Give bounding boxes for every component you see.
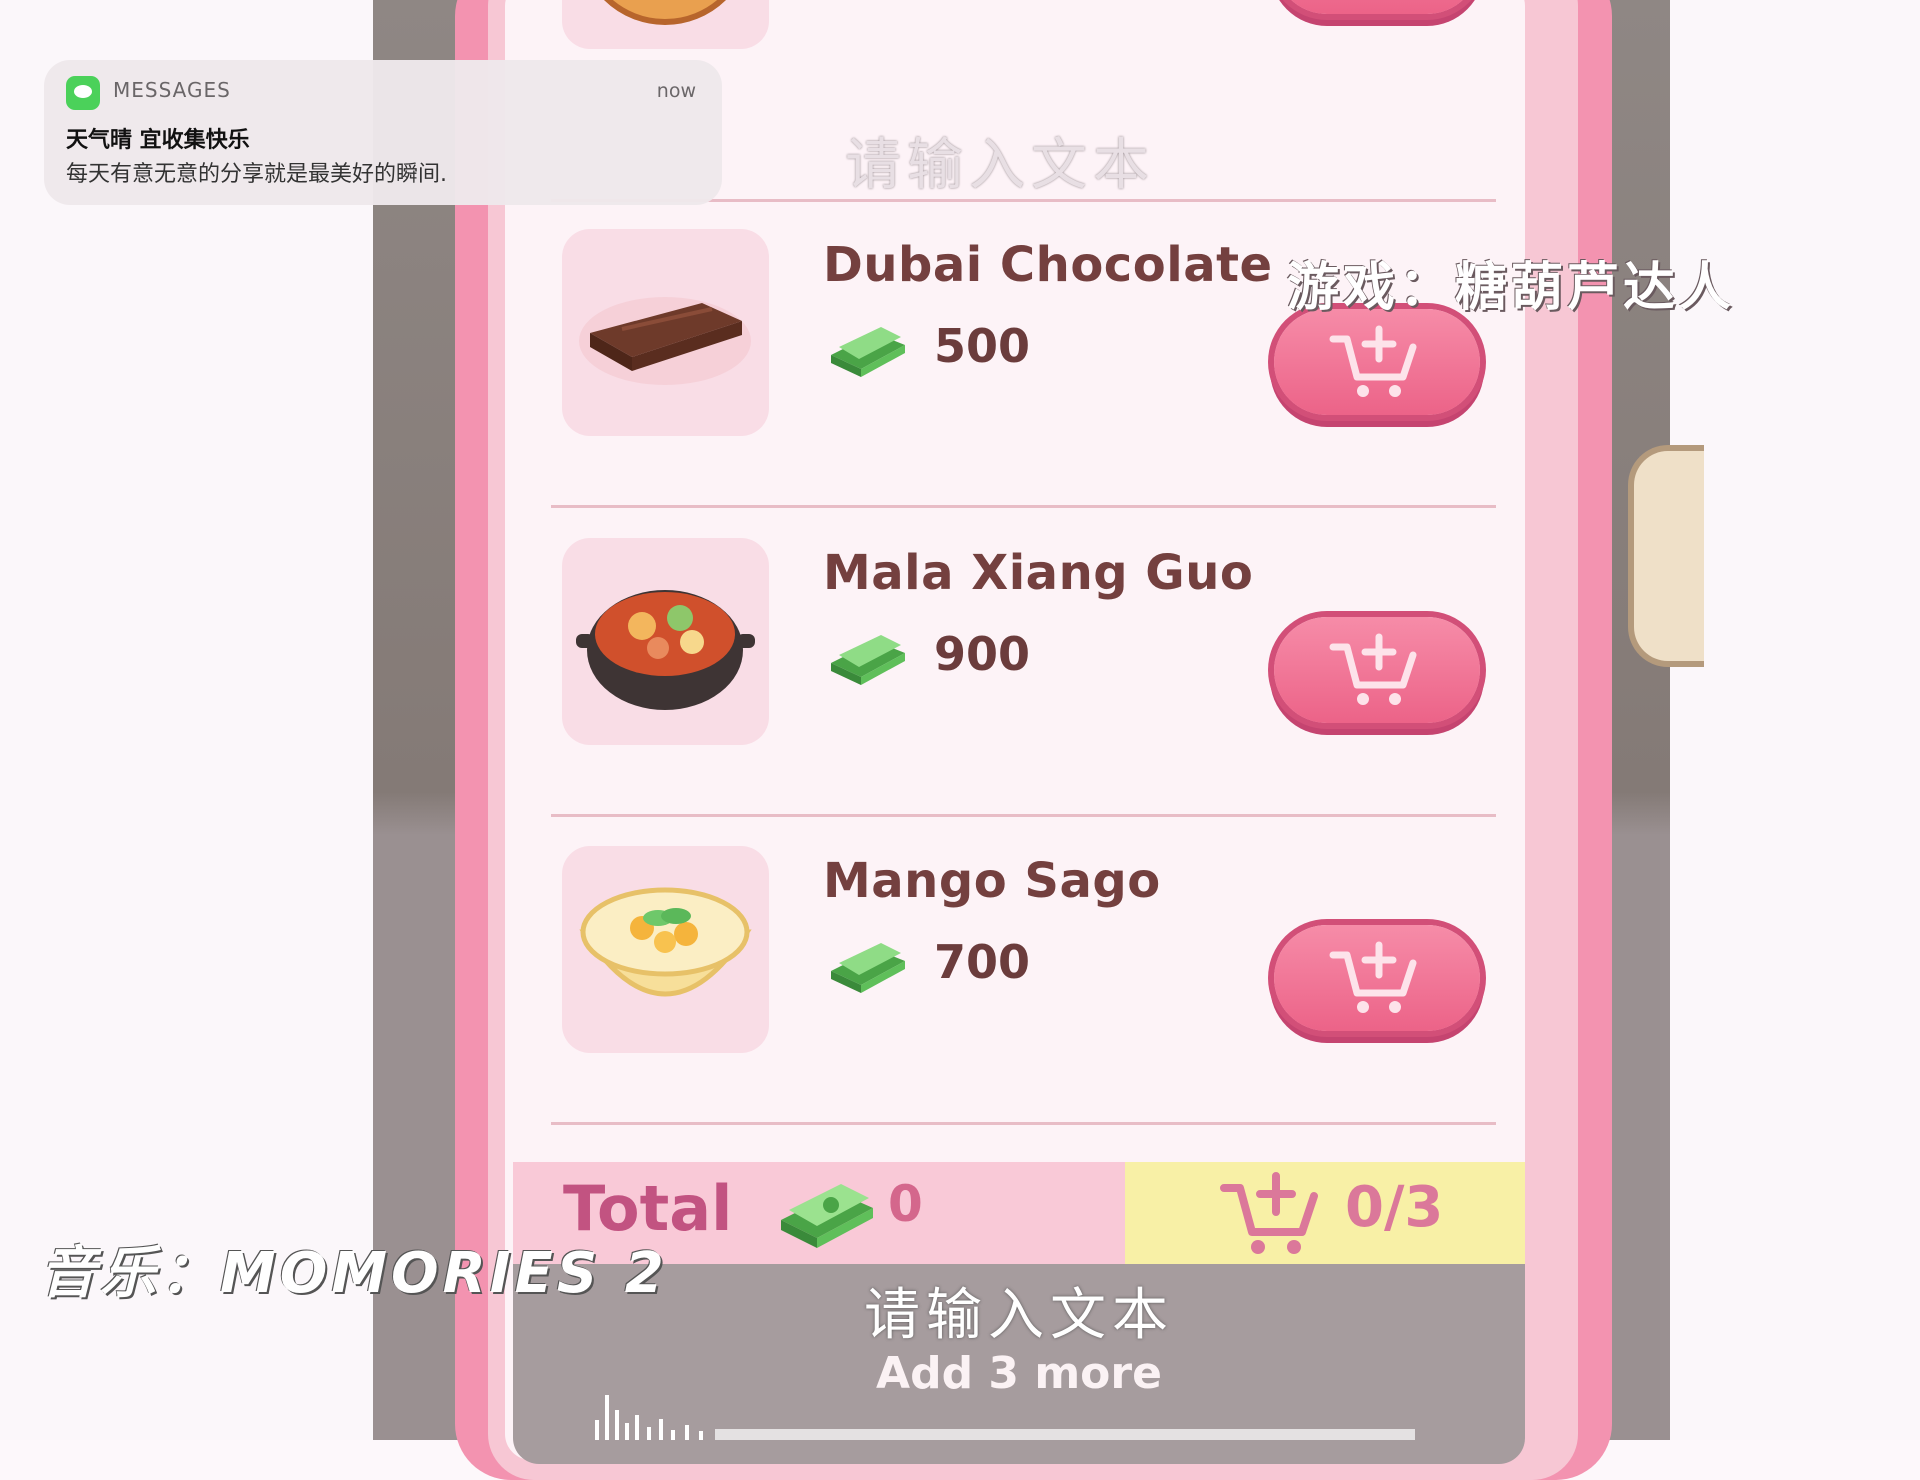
notification-app-name: MESSAGES	[113, 78, 231, 102]
shop-item: 600	[505, 0, 1525, 67]
messages-app-icon	[66, 76, 100, 110]
item-name: Mango Sago	[823, 853, 1161, 909]
fried-dumplings-icon	[562, 0, 769, 49]
game-credit: 游戏：糖葫芦达人	[1287, 258, 1736, 318]
mascot-edge	[1628, 445, 1704, 667]
cash-icon	[831, 943, 905, 993]
divider	[551, 505, 1496, 508]
item-price: 500	[934, 319, 1031, 373]
item-name: Mala Xiang Guo	[823, 545, 1254, 601]
notification-title: 天气晴 宜收集快乐	[66, 128, 250, 153]
item-name: Dubai Chocolate	[823, 237, 1273, 293]
cash-icon	[831, 327, 905, 377]
cart-plus-icon	[1220, 1172, 1318, 1254]
cash-icon	[831, 635, 905, 685]
backdrop-left	[0, 0, 373, 1440]
subtitle-placeholder-top: 请输入文本	[845, 133, 1155, 198]
shop-item: Mala Xiang Guo 900	[505, 515, 1525, 824]
audio-waveform	[595, 1395, 1415, 1440]
cart-plus-icon	[1329, 633, 1417, 705]
backdrop-right	[1670, 0, 1920, 1440]
cart-plus-icon	[1329, 941, 1417, 1013]
notification-body: 每天有意无意的分享就是最美好的瞬间.	[66, 162, 447, 187]
notification-time: now	[656, 80, 696, 102]
cart-plus-icon	[1329, 325, 1417, 397]
add-to-cart-button[interactable]	[1274, 925, 1480, 1031]
item-price: 900	[934, 627, 1031, 681]
music-credit: 音乐：MOMORIES 2	[40, 1241, 668, 1306]
add-to-cart-button[interactable]	[1274, 0, 1480, 14]
item-price: 700	[934, 935, 1031, 989]
divider	[551, 1122, 1496, 1125]
total-value: 0	[888, 1175, 923, 1233]
message-notification[interactable]: MESSAGES now 天气晴 宜收集快乐 每天有意无意的分享就是最美好的瞬间…	[44, 60, 722, 205]
mango-sago-bowl-icon	[562, 846, 769, 1053]
spicy-pot-icon	[562, 538, 769, 745]
shop-item: Mango Sago 700	[505, 823, 1525, 1132]
add-to-cart-button[interactable]	[1274, 617, 1480, 723]
divider	[551, 814, 1496, 817]
cart-count: 0/3	[1345, 1175, 1444, 1240]
chocolate-bar-icon	[562, 229, 769, 436]
cash-stack-icon	[781, 1184, 873, 1248]
add-to-cart-button[interactable]	[1274, 309, 1480, 415]
